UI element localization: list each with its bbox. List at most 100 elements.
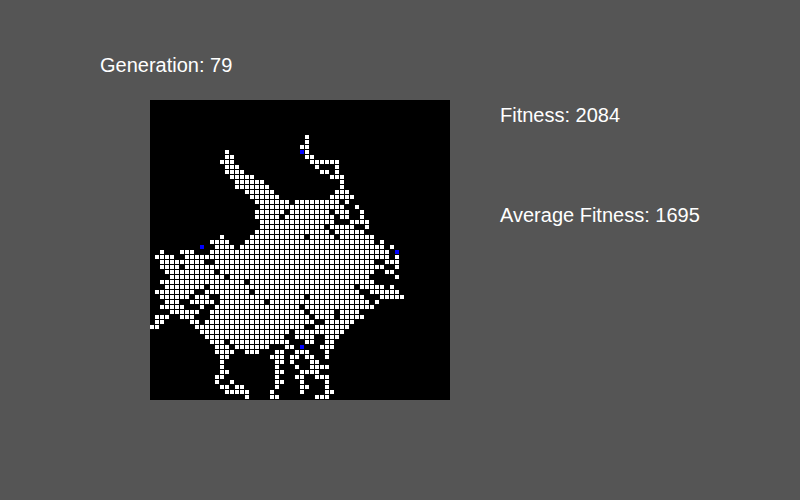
grid-cell: [330, 275, 334, 279]
grid-cell: [240, 175, 244, 179]
grid-cell: [315, 160, 319, 164]
grid-cell: [245, 310, 249, 314]
grid-cell: [300, 280, 304, 284]
grid-cell: [255, 310, 259, 314]
grid-cell: [280, 325, 284, 329]
grid-cell: [225, 350, 229, 354]
grid-cell: [265, 185, 269, 189]
grid-cell: [295, 230, 299, 234]
grid-cell: [275, 270, 279, 274]
grid-cell: [315, 360, 319, 364]
grid-cell: [350, 255, 354, 259]
grid-cell: [185, 270, 189, 274]
grid-cell: [385, 250, 389, 254]
grid-cell: [225, 160, 229, 164]
grid-cell: [345, 315, 349, 319]
grid-cell: [170, 305, 174, 309]
grid-cell: [355, 270, 359, 274]
grid-cell: [275, 235, 279, 239]
grid-cell: [325, 325, 329, 329]
grid-cell: [285, 225, 289, 229]
grid-cell: [330, 215, 334, 219]
grid-cell: [260, 310, 264, 314]
grid-cell: [255, 290, 259, 294]
grid-cell: [290, 250, 294, 254]
grid-cell: [310, 335, 314, 339]
grid-cell: [355, 230, 359, 234]
grid-cell: [330, 220, 334, 224]
grid-cell: [245, 395, 249, 399]
grid-cell: [265, 325, 269, 329]
grid-cell: [260, 280, 264, 284]
grid-cell: [275, 310, 279, 314]
grid-cell: [320, 265, 324, 269]
grid-cell: [280, 230, 284, 234]
grid-cell: [240, 270, 244, 274]
grid-cell: [255, 305, 259, 309]
grid-cell: [285, 200, 289, 204]
grid-cell: [255, 345, 259, 349]
grid-cell: [330, 175, 334, 179]
grid-cell: [290, 215, 294, 219]
grid-cell: [295, 365, 299, 369]
grid-cell: [305, 285, 309, 289]
grid-cell: [360, 305, 364, 309]
grid-cell: [275, 260, 279, 264]
grid-cell: [365, 270, 369, 274]
grid-cell: [255, 230, 259, 234]
grid-cell: [270, 315, 274, 319]
grid-cell: [210, 335, 214, 339]
grid-cell: [325, 285, 329, 289]
grid-cell: [280, 300, 284, 304]
grid-cell: [260, 185, 264, 189]
grid-cell: [275, 325, 279, 329]
grid-cell: [275, 350, 279, 354]
grid-cell: [230, 295, 234, 299]
grid-cell: [250, 280, 254, 284]
grid-cell: [270, 225, 274, 229]
grid-cell: [245, 240, 249, 244]
grid-cell: [395, 290, 399, 294]
grid-cell: [325, 380, 329, 384]
grid-cell: [180, 310, 184, 314]
grid-cell: [235, 300, 239, 304]
grid-cell: [200, 270, 204, 274]
grid-cell: [255, 250, 259, 254]
grid-cell: [235, 165, 239, 169]
grid-cell: [290, 225, 294, 229]
grid-cell: [250, 300, 254, 304]
grid-cell: [165, 270, 169, 274]
grid-cell: [200, 285, 204, 289]
grid-cell: [320, 345, 324, 349]
grid-cell: [225, 310, 229, 314]
grid-cell: [325, 210, 329, 214]
grid-cell: [245, 285, 249, 289]
grid-cell: [285, 215, 289, 219]
grid-cell: [230, 160, 234, 164]
grid-cell: [270, 215, 274, 219]
grid-cell: [250, 265, 254, 269]
grid-cell: [245, 175, 249, 179]
grid-cell: [270, 395, 274, 399]
grid-cell: [295, 350, 299, 354]
grid-cell: [320, 170, 324, 174]
grid-cell: [265, 290, 269, 294]
grid-cell: [270, 305, 274, 309]
grid-cell: [220, 335, 224, 339]
grid-cell: [325, 290, 329, 294]
grid-cell: [180, 285, 184, 289]
grid-cell: [360, 300, 364, 304]
grid-cell: [350, 285, 354, 289]
grid-cell: [265, 335, 269, 339]
grid-cell: [290, 305, 294, 309]
grid-cell: [260, 270, 264, 274]
grid-cell: [165, 285, 169, 289]
grid-cell: [275, 215, 279, 219]
grid-cell: [200, 300, 204, 304]
grid-cell: [325, 260, 329, 264]
grid-cell: [280, 250, 284, 254]
grid-cell: [195, 270, 199, 274]
grid-cell: [390, 270, 394, 274]
grid-cell: [175, 310, 179, 314]
grid-cell: [290, 360, 294, 364]
